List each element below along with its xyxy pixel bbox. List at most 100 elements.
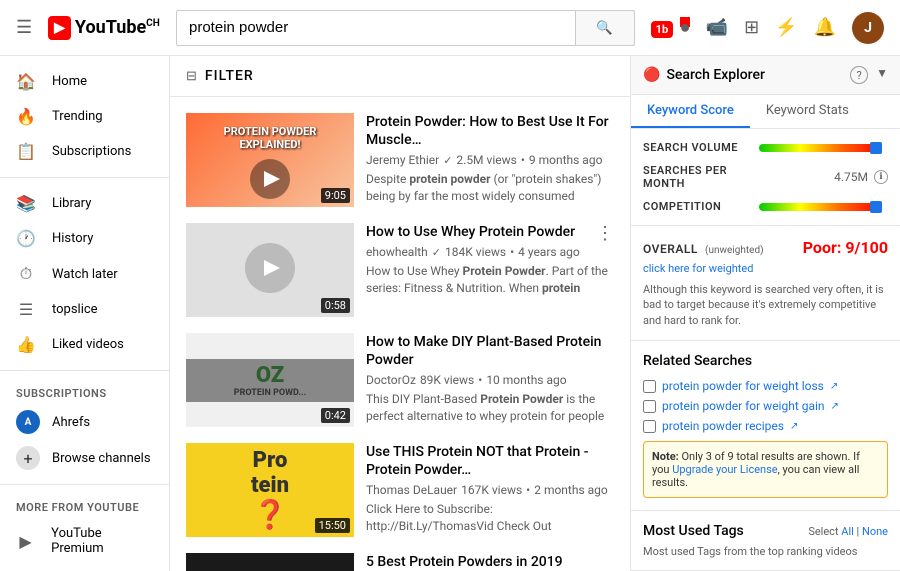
sidebar-item-movies[interactable]: 🎬 Movies & Shows (0, 564, 169, 571)
video-info-5: 5 Best Protein Powders in 2019 (366, 553, 614, 571)
video-title-3: How to Make DIY Plant-Based Protein Powd… (366, 333, 614, 369)
sidebar-item-browse-channels[interactable]: + Browse channels (0, 440, 169, 476)
sidebar-item-watch-later[interactable]: ⏱ Watch later (0, 256, 169, 292)
header-right: 1b ● 📹 ⊞ ⚡ 🔔 J (651, 12, 884, 44)
channel-name-2: ehowhealth (366, 245, 428, 259)
competition-label: COMPETITION (643, 200, 753, 213)
sidebar-item-library-label: Library (52, 196, 91, 211)
filter-icon: ⊟ (186, 69, 197, 84)
video-item[interactable]: Protein ❓ 15:50 Use THIS Protein NOT tha… (170, 435, 630, 545)
rp-header-icons: ? ▼ (850, 66, 888, 84)
related-link-1[interactable]: protein powder for weight loss (662, 379, 824, 393)
tags-section: Most Used Tags Select All | None Most us… (631, 511, 900, 571)
activity-badge: 1b (651, 21, 674, 38)
thumbnail-3: OZ PROTEIN POWD... 0:42 (186, 333, 354, 427)
tags-section-title: Most Used Tags (643, 523, 744, 539)
related-checkbox-1[interactable] (643, 380, 656, 393)
video-camera-icon[interactable]: 📹 (706, 17, 728, 38)
help-icon[interactable]: ? (850, 66, 868, 84)
topslice-icon: ☰ (16, 300, 36, 319)
related-item-3: protein powder recipes ↗ (643, 419, 888, 433)
sidebar-item-premium-label: YouTube Premium (51, 526, 153, 556)
trending-icon: 🔥 (16, 107, 36, 126)
apps-icon[interactable]: ⊞ (744, 17, 759, 38)
related-link-2[interactable]: protein powder for weight gain (662, 399, 825, 413)
notifications-icon[interactable]: 🔔 (814, 17, 836, 38)
sidebar-item-liked[interactable]: 👍 Liked videos (0, 327, 169, 362)
select-all-link[interactable]: All (841, 525, 854, 538)
search-button[interactable]: 🔍 (575, 10, 635, 46)
overall-section: OVERALL (unweighted) Poor: 9/100 click h… (631, 226, 900, 341)
subscriptions-section-label: SUBSCRIPTIONS (0, 379, 169, 404)
age-2: 4 years ago (518, 245, 580, 259)
weighted-link[interactable]: click here for weighted (643, 262, 753, 275)
sidebar-item-library[interactable]: 📚 Library (0, 186, 169, 221)
sidebar-item-trending-label: Trending (52, 109, 103, 124)
tab-keyword-stats[interactable]: Keyword Stats (750, 95, 865, 128)
video-item[interactable]: PROTEIN POWDEREXPLAINED! 9:05 Protein Po… (170, 105, 630, 215)
verified-icon-1: ✓ (443, 154, 452, 167)
video-info-2: How to Use Whey Protein Powder ⋮ ehowhea… (366, 223, 614, 317)
related-checkbox-2[interactable] (643, 400, 656, 413)
search-explorer-icon: 🔴 (643, 67, 660, 83)
overall-label-group: OVERALL (unweighted) (643, 242, 764, 257)
video-item[interactable]: BEST 5 Best Protein Powders in 2019 (170, 545, 630, 571)
sidebar-item-premium[interactable]: ▶ YouTube Premium (0, 518, 169, 564)
competition-indicator (870, 201, 882, 213)
channel-name-4: Thomas DeLauer (366, 483, 457, 497)
upgrade-link[interactable]: Upgrade your License (672, 463, 777, 476)
channel-name-3: DoctorOz (366, 373, 416, 387)
right-panel: 🔴 Search Explorer ? ▼ Keyword Score Keyw… (630, 56, 900, 571)
video-title-2: How to Use Whey Protein Powder (366, 223, 575, 241)
header-left: ☰ ▶ YouTubeCH (16, 16, 176, 40)
info-icon[interactable]: ℹ (874, 170, 888, 184)
sidebar-item-trending[interactable]: 🔥 Trending (0, 99, 169, 134)
competition-bar (759, 203, 882, 211)
avatar[interactable]: J (852, 12, 884, 44)
video-item[interactable]: OZ PROTEIN POWD... 0:42 How to Make DIY … (170, 325, 630, 435)
subscriptions-icon: 📋 (16, 142, 36, 161)
video-desc-4: Click Here to Subscribe: http://Bit.Ly/T… (366, 501, 614, 535)
search-volume-label: SEARCH VOLUME (643, 141, 753, 154)
watch-later-icon: ⏱ (16, 264, 36, 284)
filter-label[interactable]: FILTER (205, 68, 254, 84)
tags-desc: Most used Tags from the top ranking vide… (643, 545, 888, 558)
overall-value: Poor: 9/100 (803, 238, 888, 257)
overall-desc: Although this keyword is searched very o… (643, 282, 888, 328)
related-section: Related Searches protein powder for weig… (631, 341, 900, 511)
sidebar-divider-1 (0, 177, 169, 178)
sidebar-item-ahrefs[interactable]: A Ahrefs (0, 404, 169, 440)
video-desc-2: How to Use Whey Protein Powder. Part of … (366, 263, 614, 297)
tabs: Keyword Score Keyword Stats (631, 95, 900, 129)
age-1: 9 months ago (529, 153, 603, 167)
external-link-icon-1: ↗ (830, 381, 838, 392)
video-title-5: 5 Best Protein Powders in 2019 (366, 553, 614, 571)
sidebar-item-home[interactable]: 🏠 Home (0, 64, 169, 99)
age-4: 2 months ago (534, 483, 608, 497)
expand-icon[interactable]: ▼ (876, 66, 888, 84)
logo[interactable]: ▶ YouTubeCH (48, 16, 160, 40)
overall-label: OVERALL (643, 242, 698, 256)
menu-icon[interactable]: ☰ (16, 17, 32, 38)
sidebar-item-subscriptions[interactable]: 📋 Subscriptions (0, 134, 169, 169)
thumbnail-4: Protein ❓ 15:50 (186, 443, 354, 537)
logo-text: YouTubeCH (75, 17, 160, 38)
related-link-3[interactable]: protein powder recipes (662, 419, 784, 433)
activity2-icon[interactable]: ⚡ (775, 17, 797, 38)
more-section-label: MORE FROM YOUTUBE (0, 493, 169, 518)
activity-icon[interactable]: 1b ● (651, 17, 690, 38)
sidebar-item-history[interactable]: 🕐 History (0, 221, 169, 256)
tab-keyword-score[interactable]: Keyword Score (631, 95, 750, 128)
sidebar-divider-2 (0, 370, 169, 371)
body: 🏠 Home 🔥 Trending 📋 Subscriptions 📚 Libr… (0, 56, 900, 571)
more-options-icon-2[interactable]: ⋮ (596, 223, 614, 244)
video-item[interactable]: 0:58 How to Use Whey Protein Powder ⋮ eh… (170, 215, 630, 325)
sidebar-item-topslice[interactable]: ☰ topslice (0, 292, 169, 327)
views-2: 184K views (445, 245, 506, 259)
related-checkbox-3[interactable] (643, 420, 656, 433)
select-none-link[interactable]: None (862, 525, 888, 538)
related-section-title: Related Searches (643, 353, 888, 369)
search-volume-indicator (870, 142, 882, 154)
rp-header: 🔴 Search Explorer ? ▼ (631, 56, 900, 95)
search-input[interactable] (176, 10, 575, 46)
